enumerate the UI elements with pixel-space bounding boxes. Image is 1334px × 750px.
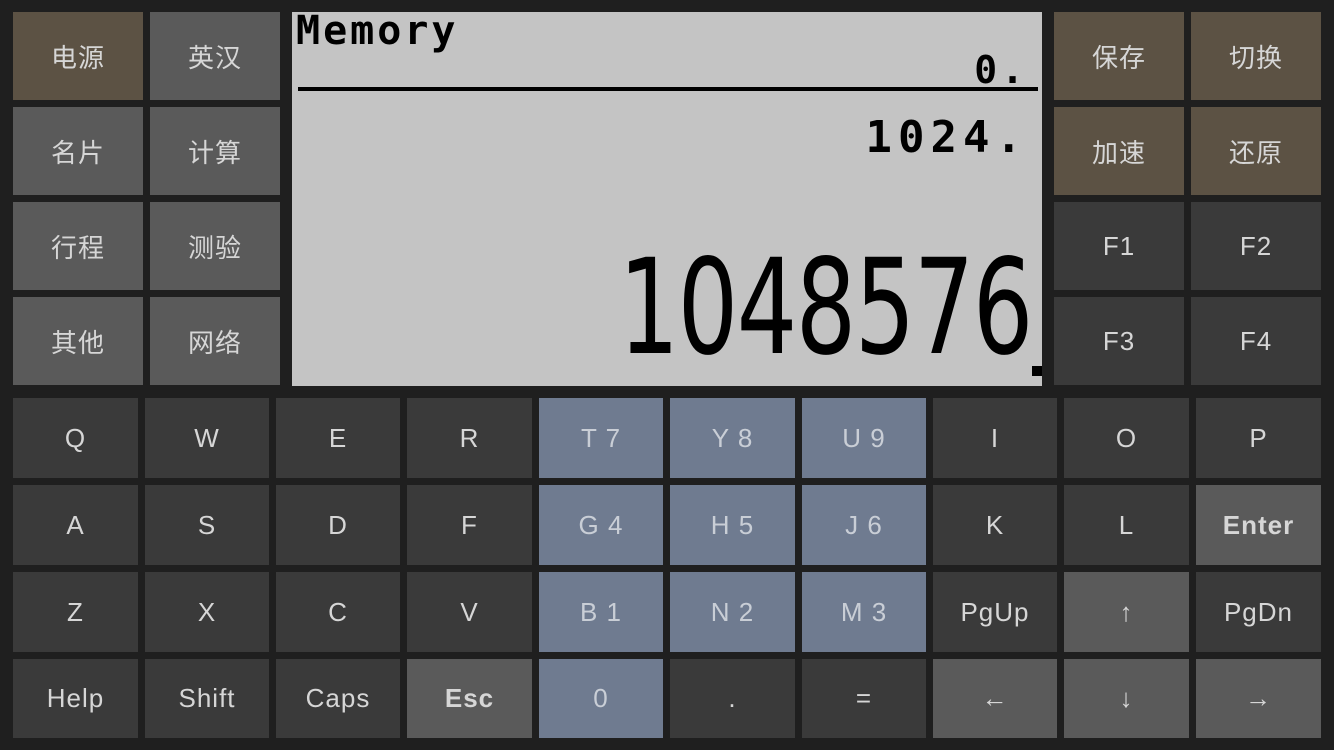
- power-button[interactable]: 电源: [13, 12, 143, 100]
- shift-key[interactable]: Shift: [145, 659, 269, 738]
- key-h-5[interactable]: H 5: [670, 485, 795, 565]
- key-x[interactable]: X: [145, 572, 269, 652]
- page-down-key[interactable]: PgDn: [1196, 572, 1321, 652]
- schedule-button[interactable]: 行程: [13, 202, 143, 290]
- key-e[interactable]: E: [276, 398, 400, 478]
- switch-button[interactable]: 切换: [1191, 12, 1321, 100]
- dictionary-button[interactable]: 英汉: [150, 12, 280, 100]
- enter-key[interactable]: Enter: [1196, 485, 1321, 565]
- save-button[interactable]: 保存: [1054, 12, 1184, 100]
- memory-value: 0.: [974, 48, 1028, 92]
- key-c[interactable]: C: [276, 572, 400, 652]
- restore-button[interactable]: 还原: [1191, 107, 1321, 195]
- key-n-2[interactable]: N 2: [670, 572, 795, 652]
- lcd-line-1: 1024.: [865, 112, 1028, 163]
- key-f[interactable]: F: [407, 485, 532, 565]
- arrow-down-icon[interactable]: ↓: [1064, 659, 1189, 738]
- key-p[interactable]: P: [1196, 398, 1321, 478]
- esc-key[interactable]: Esc: [407, 659, 532, 738]
- caps-key[interactable]: Caps: [276, 659, 400, 738]
- key-b-1[interactable]: B 1: [539, 572, 663, 652]
- contacts-button[interactable]: 名片: [13, 107, 143, 195]
- f3-key[interactable]: F3: [1054, 297, 1184, 385]
- key-q[interactable]: Q: [13, 398, 138, 478]
- lcd-main-value: 1048576: [618, 231, 1034, 385]
- arrow-right-icon[interactable]: →: [1196, 659, 1321, 738]
- key-o[interactable]: O: [1064, 398, 1189, 478]
- help-key[interactable]: Help: [13, 659, 138, 738]
- key-u-9[interactable]: U 9: [802, 398, 926, 478]
- key-y-8[interactable]: Y 8: [670, 398, 795, 478]
- page-up-key[interactable]: PgUp: [933, 572, 1057, 652]
- key-j-6[interactable]: J 6: [802, 485, 926, 565]
- key-g-4[interactable]: G 4: [539, 485, 663, 565]
- equals-key[interactable]: =: [802, 659, 926, 738]
- key-k[interactable]: K: [933, 485, 1057, 565]
- lcd-title: Memory: [296, 12, 459, 54]
- calculator-button[interactable]: 计算: [150, 107, 280, 195]
- speedup-button[interactable]: 加速: [1054, 107, 1184, 195]
- network-button[interactable]: 网络: [150, 297, 280, 385]
- f2-key[interactable]: F2: [1191, 202, 1321, 290]
- f4-key[interactable]: F4: [1191, 297, 1321, 385]
- other-button[interactable]: 其他: [13, 297, 143, 385]
- decimal-point-key[interactable]: .: [670, 659, 795, 738]
- key-0[interactable]: 0: [539, 659, 663, 738]
- lcd-divider: [298, 87, 1038, 91]
- lcd-screen: Memory 0. 1024. 1048576: [292, 12, 1042, 386]
- key-a[interactable]: A: [13, 485, 138, 565]
- lcd-decimal-point: [1032, 366, 1042, 376]
- key-r[interactable]: R: [407, 398, 532, 478]
- key-t-7[interactable]: T 7: [539, 398, 663, 478]
- key-i[interactable]: I: [933, 398, 1057, 478]
- key-m-3[interactable]: M 3: [802, 572, 926, 652]
- key-v[interactable]: V: [407, 572, 532, 652]
- quiz-button[interactable]: 测验: [150, 202, 280, 290]
- arrow-up-icon[interactable]: ↑: [1064, 572, 1189, 652]
- key-l[interactable]: L: [1064, 485, 1189, 565]
- arrow-left-icon[interactable]: ←: [933, 659, 1057, 738]
- key-w[interactable]: W: [145, 398, 269, 478]
- key-s[interactable]: S: [145, 485, 269, 565]
- key-d[interactable]: D: [276, 485, 400, 565]
- key-z[interactable]: Z: [13, 572, 138, 652]
- f1-key[interactable]: F1: [1054, 202, 1184, 290]
